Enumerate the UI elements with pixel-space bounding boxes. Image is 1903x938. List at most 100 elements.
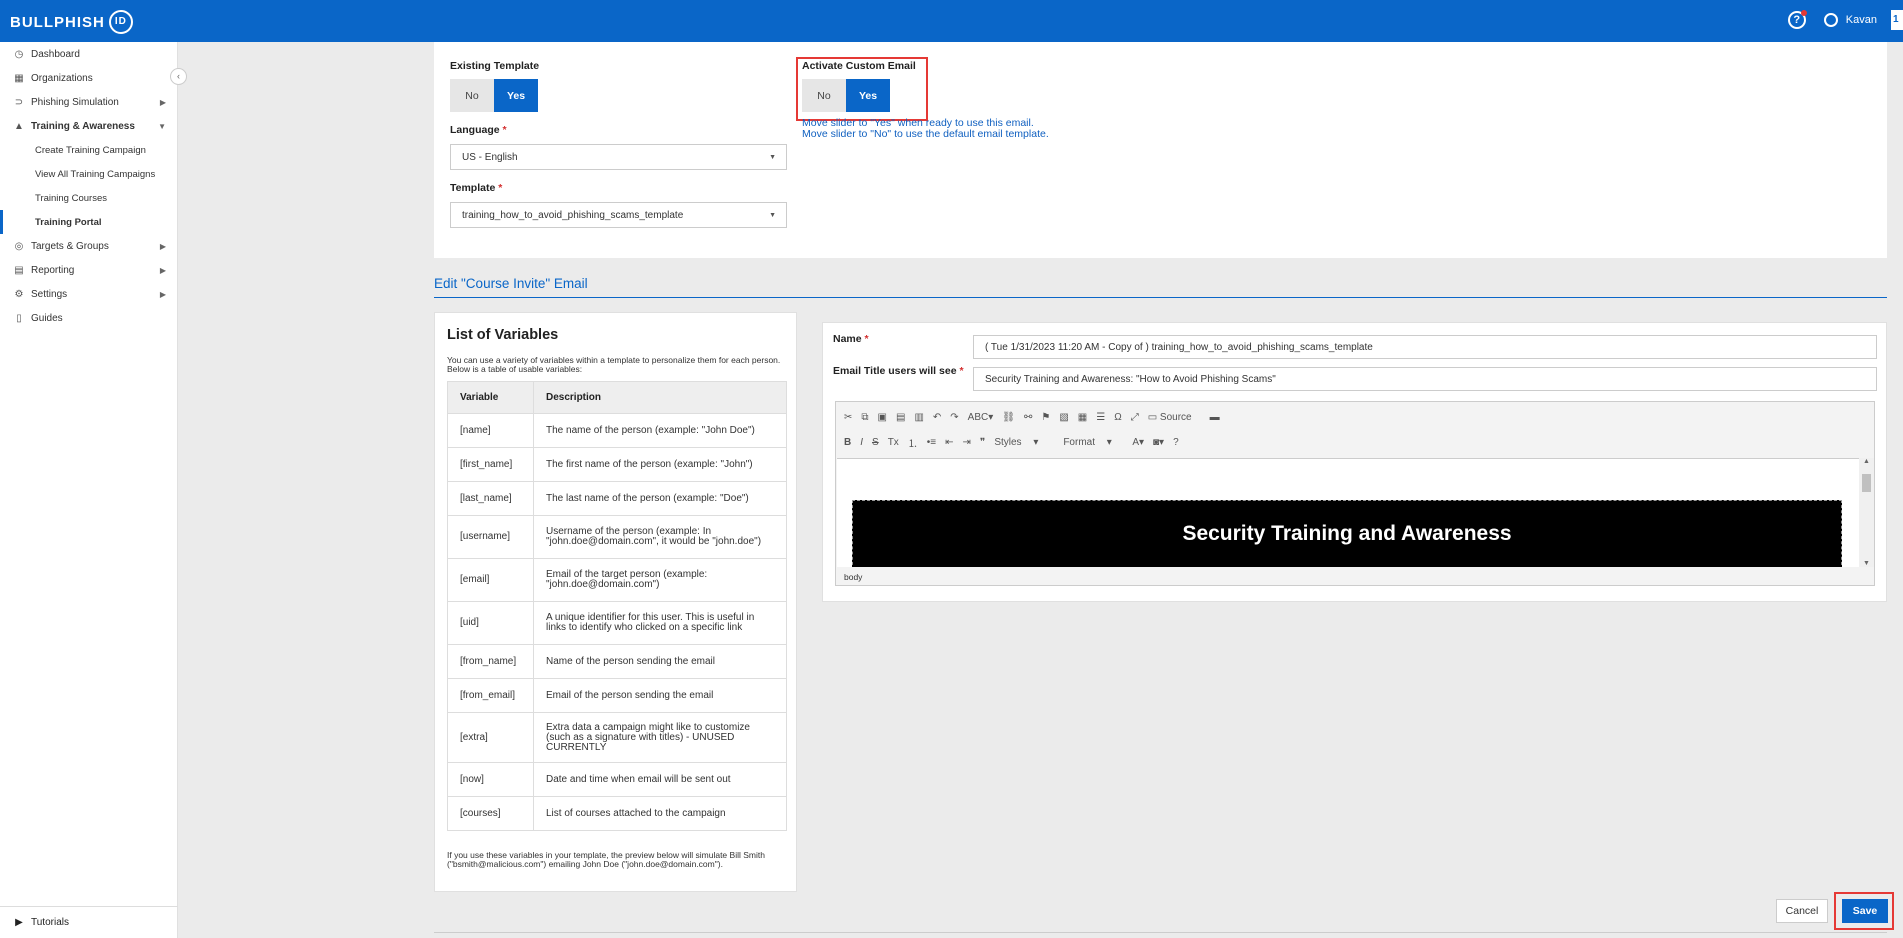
bullphish-logo[interactable]: BULLPHISH ID (10, 10, 133, 34)
format-dropdown[interactable]: Format ▾ (1063, 437, 1123, 448)
undo-icon[interactable]: ↶ (933, 412, 941, 423)
bulleted-list-icon[interactable]: •≡ (927, 437, 936, 448)
styles-dropdown[interactable]: Styles ▾ (994, 437, 1054, 448)
building-icon: ▦ (14, 72, 24, 84)
table-row: [courses] List of courses attached to the… (447, 796, 787, 831)
scroll-down-icon[interactable]: ▼ (1859, 560, 1874, 567)
page-bottom-divider (434, 932, 1887, 933)
table-row: [last_name] The last name of the person (… (447, 481, 787, 516)
sidebar-item-reporting[interactable]: ▤ Reporting ▶ (0, 258, 178, 282)
outdent-icon[interactable]: ⇤ (945, 437, 953, 448)
collapse-sidebar-button[interactable]: ‹ (170, 68, 187, 85)
spellcheck-icon[interactable]: ABC▾ (968, 412, 994, 423)
strikethrough-icon[interactable]: S (872, 437, 879, 448)
sidebar-sub-label: Training Courses (35, 192, 107, 204)
email-title-label: Email Title users will see * (833, 365, 964, 377)
highlight-box-save (1834, 892, 1894, 930)
template-select[interactable]: training_how_to_avoid_phishing_scams_tem… (450, 202, 787, 228)
editor-status-path[interactable]: body (844, 572, 862, 582)
help-icon[interactable]: ? (1173, 437, 1179, 448)
redo-icon[interactable]: ↷ (950, 412, 958, 423)
table-row: [uid] A unique identifier for this user. … (447, 601, 787, 645)
sidebar-item-guides[interactable]: ▯ Guides (0, 306, 178, 330)
link-icon[interactable]: ⛓ (1002, 412, 1015, 423)
sidebar-item-label: Training & Awareness (31, 120, 135, 132)
text-color-icon[interactable]: A▾ (1132, 437, 1144, 448)
scroll-thumb[interactable] (1862, 474, 1871, 492)
rich-text-editor[interactable]: ✂ ⧉ ▣ ▤ ▥ ↶ ↷ ABC▾ ⛓ ⚯ ⚑ ▧ ▦ ☰ Ω ⤢ ▭ Sou… (835, 401, 1875, 586)
sidebar-sub-view-all-training-campaigns[interactable]: View All Training Campaigns (0, 162, 178, 186)
caret-down-icon: ▼ (769, 211, 776, 219)
copy-icon[interactable]: ⧉ (861, 412, 868, 423)
unlink-icon[interactable]: ⚯ (1024, 412, 1032, 423)
sidebar-sub-create-training-campaign[interactable]: Create Training Campaign (0, 138, 178, 162)
paste-word-icon[interactable]: ▥ (914, 412, 923, 423)
horizontal-rule-icon[interactable]: ☰ (1096, 412, 1105, 423)
scroll-up-icon[interactable]: ▲ (1859, 458, 1874, 465)
language-select[interactable]: US - English ▼ (450, 144, 787, 170)
existing-template-toggle[interactable]: No Yes (450, 79, 538, 112)
tutorials-label: Tutorials (31, 917, 69, 928)
existing-template-no[interactable]: No (450, 79, 494, 112)
user-icon[interactable] (1823, 13, 1838, 27)
top-bar: BULLPHISH ID ? Kavan 1 (0, 0, 1903, 42)
language-label: Language * (450, 124, 507, 136)
sidebar-item-organizations[interactable]: ▦ Organizations (0, 66, 178, 90)
play-circle-icon: ▶ (15, 917, 23, 928)
iframe-icon[interactable]: ▬ (1210, 412, 1220, 423)
cut-icon[interactable]: ✂ (844, 412, 852, 423)
table-row: [name] The name of the person (example: "… (447, 413, 787, 448)
sidebar-item-phishing-simulation[interactable]: ⊃ Phishing Simulation ▶ (0, 90, 178, 114)
existing-template-yes[interactable]: Yes (494, 79, 538, 112)
caret-down-icon: ▼ (769, 153, 776, 161)
numbered-list-icon[interactable]: ⒈ (908, 435, 918, 450)
sidebar-item-label: Organizations (31, 72, 93, 84)
edge-tab[interactable]: 1 (1891, 10, 1903, 30)
section-divider (434, 297, 1887, 298)
background-color-icon[interactable]: ◙▾ (1153, 437, 1164, 448)
sidebar-tutorials[interactable]: ▶ Tutorials (0, 906, 178, 938)
source-button[interactable]: ▭ Source (1148, 412, 1201, 423)
target-icon: ◎ (14, 240, 24, 252)
italic-icon[interactable]: I (860, 437, 863, 448)
image-icon[interactable]: ▧ (1059, 412, 1068, 423)
column-header-description: Description (533, 381, 787, 414)
name-input[interactable]: ( Tue 1/31/2023 11:20 AM - Copy of ) tra… (973, 335, 1877, 359)
name-label: Name * (833, 333, 869, 345)
sidebar-sub-label: Training Portal (35, 216, 102, 228)
bold-icon[interactable]: B (844, 437, 851, 448)
user-name[interactable]: Kavan (1846, 14, 1877, 26)
indent-icon[interactable]: ⇥ (963, 437, 971, 448)
paste-text-icon[interactable]: ▤ (896, 412, 905, 423)
anchor-flag-icon[interactable]: ⚑ (1041, 412, 1050, 423)
sidebar-item-dashboard[interactable]: ◷ Dashboard (0, 42, 178, 66)
language-value: US - English (462, 151, 518, 163)
special-char-icon[interactable]: Ω (1114, 412, 1121, 423)
template-label: Template * (450, 182, 503, 194)
sidebar-item-targets-groups[interactable]: ◎ Targets & Groups ▶ (0, 234, 178, 258)
editor-content[interactable]: Security Training and Awareness (837, 458, 1860, 567)
editor-scrollbar[interactable]: ▲ ▼ (1859, 458, 1874, 567)
variables-footer: If you use these variables in your templ… (447, 850, 765, 869)
table-icon[interactable]: ▦ (1078, 412, 1087, 423)
sidebar-item-settings[interactable]: ⚙ Settings ▶ (0, 282, 178, 306)
sidebar-sub-label: Create Training Campaign (35, 144, 146, 156)
sidebar: ◷ Dashboard ▦ Organizations ⊃ Phishing S… (0, 42, 178, 938)
report-icon: ▤ (14, 264, 24, 276)
sidebar-sub-training-portal[interactable]: Training Portal (0, 210, 178, 234)
email-title-input[interactable]: Security Training and Awareness: "How to… (973, 367, 1877, 391)
paste-icon[interactable]: ▣ (878, 412, 887, 423)
cancel-button[interactable]: Cancel (1776, 899, 1828, 923)
blockquote-icon[interactable]: ❞ (980, 437, 985, 448)
maximize-icon[interactable]: ⤢ (1131, 412, 1139, 423)
book-icon: ▯ (16, 312, 22, 324)
remove-format-icon[interactable]: Tx (888, 437, 899, 448)
template-value: training_how_to_avoid_phishing_scams_tem… (462, 209, 684, 221)
table-row: [username] Username of the person (exampl… (447, 515, 787, 559)
sidebar-item-training-awareness[interactable]: ▲ Training & Awareness ▼ (0, 114, 178, 138)
chevron-left-icon: ‹ (177, 71, 180, 81)
gear-icon: ⚙ (14, 288, 24, 300)
table-row: [now] Date and time when email will be se… (447, 762, 787, 797)
sidebar-sub-training-courses[interactable]: Training Courses (0, 186, 178, 210)
help-icon[interactable]: ? (1787, 10, 1807, 29)
